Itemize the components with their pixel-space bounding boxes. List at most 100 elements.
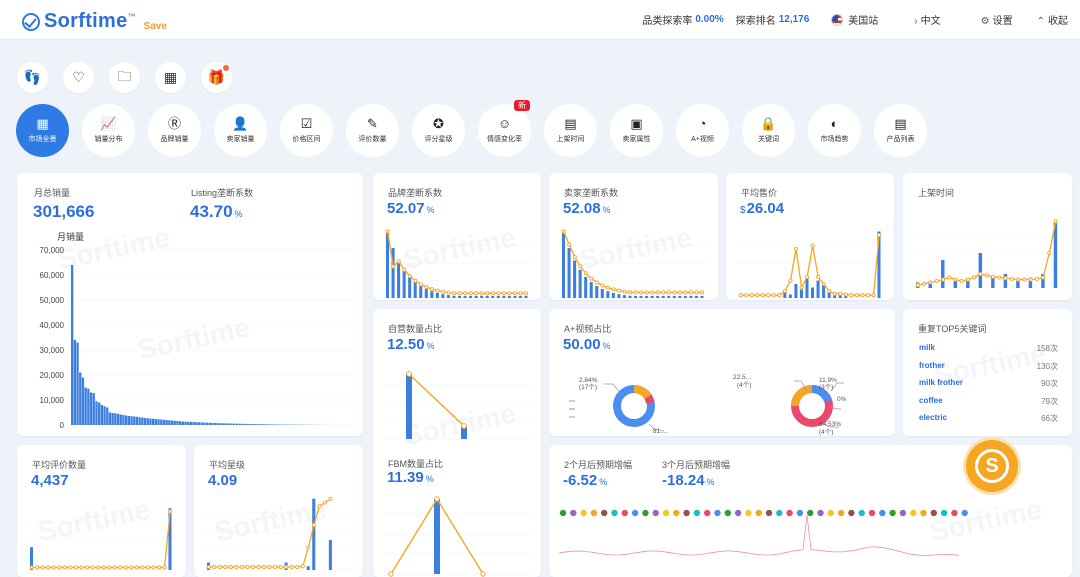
event-dot[interactable]	[714, 509, 721, 517]
collapse-button[interactable]: ⌃ 收起	[1037, 12, 1068, 27]
bar[interactable]	[816, 280, 820, 299]
line-point[interactable]	[1009, 276, 1014, 281]
line-point[interactable]	[46, 565, 51, 570]
event-dot[interactable]	[879, 509, 886, 517]
line-point[interactable]	[934, 278, 939, 284]
line-point[interactable]	[156, 565, 162, 570]
line-point[interactable]	[633, 290, 638, 295]
sales-bar[interactable]	[71, 265, 74, 425]
sales-bar[interactable]	[192, 422, 195, 425]
line-point[interactable]	[480, 571, 486, 577]
bar[interactable]	[1016, 281, 1020, 288]
bar[interactable]	[661, 295, 665, 298]
sales-bar[interactable]	[251, 424, 255, 425]
event-dot[interactable]	[683, 509, 690, 517]
line-point[interactable]	[402, 267, 407, 272]
bar[interactable]	[584, 276, 588, 298]
line-point[interactable]	[1028, 277, 1033, 282]
bar[interactable]	[650, 295, 654, 298]
bar[interactable]	[507, 295, 511, 298]
sales-bar[interactable]	[81, 377, 85, 426]
sales-bar[interactable]	[127, 416, 130, 425]
line-point[interactable]	[223, 564, 228, 570]
line-point[interactable]	[446, 290, 451, 295]
line-point[interactable]	[694, 290, 699, 295]
event-dot[interactable]	[642, 509, 649, 517]
line-point[interactable]	[29, 565, 34, 570]
bar[interactable]	[328, 540, 332, 570]
bar[interactable]	[689, 295, 693, 298]
line-point[interactable]	[738, 293, 743, 298]
bar[interactable]	[799, 289, 803, 298]
event-dot[interactable]	[724, 509, 731, 517]
bar[interactable]	[634, 295, 638, 298]
bar[interactable]	[611, 292, 615, 298]
line-point[interactable]	[62, 565, 67, 570]
sales-bar[interactable]	[122, 415, 125, 425]
sales-bar[interactable]	[184, 421, 187, 425]
bar[interactable]	[628, 295, 632, 298]
line-point[interactable]	[777, 293, 782, 298]
line-point[interactable]	[672, 290, 677, 295]
sales-bar[interactable]	[165, 420, 168, 425]
line-point[interactable]	[611, 287, 616, 292]
event-dot[interactable]	[786, 509, 793, 517]
line-point[interactable]	[239, 564, 244, 570]
bar[interactable]	[678, 295, 682, 298]
line-point[interactable]	[407, 274, 412, 279]
line-point[interactable]	[461, 423, 467, 429]
event-dot[interactable]	[776, 509, 783, 517]
tab-10[interactable]: ◔ A+视频	[676, 104, 729, 157]
line-point[interactable]	[572, 254, 577, 259]
line-point[interactable]	[206, 564, 211, 570]
line-point[interactable]	[68, 565, 73, 570]
line-point[interactable]	[435, 288, 440, 293]
tab-2[interactable]: Ⓡ 品牌销量	[148, 104, 201, 157]
bar[interactable]	[656, 295, 660, 298]
sales-bar[interactable]	[181, 421, 184, 426]
event-dot[interactable]	[848, 509, 855, 517]
line-point[interactable]	[865, 293, 871, 298]
line-point[interactable]	[771, 293, 776, 298]
line-point[interactable]	[289, 564, 294, 570]
sales-bar[interactable]	[138, 417, 141, 425]
line-point[interactable]	[328, 496, 333, 501]
bar[interactable]	[700, 295, 704, 298]
bar[interactable]	[430, 291, 434, 298]
line-point[interactable]	[583, 271, 588, 276]
line-point[interactable]	[843, 292, 848, 297]
line-point[interactable]	[589, 276, 594, 281]
brand-logo[interactable]: Sorftime ™ Save	[22, 10, 167, 33]
line-point[interactable]	[490, 291, 495, 296]
line-point[interactable]	[677, 290, 683, 295]
bar[interactable]	[683, 295, 687, 298]
bar[interactable]	[567, 248, 571, 298]
bar[interactable]	[469, 295, 473, 298]
bar[interactable]	[491, 295, 495, 298]
sales-bar[interactable]	[200, 422, 203, 425]
line-point[interactable]	[452, 291, 457, 296]
line-point[interactable]	[760, 293, 765, 298]
bar[interactable]	[402, 269, 406, 298]
sales-bar[interactable]	[208, 422, 211, 425]
event-dot[interactable]	[889, 509, 896, 517]
sales-bar[interactable]	[238, 423, 241, 425]
bar[interactable]	[788, 294, 792, 299]
line-point[interactable]	[479, 291, 484, 296]
sales-bar[interactable]	[116, 413, 120, 425]
bar[interactable]	[312, 498, 316, 570]
bar[interactable]	[639, 295, 643, 298]
bar[interactable]	[485, 295, 489, 298]
sales-bar[interactable]	[141, 417, 144, 426]
bar[interactable]	[573, 260, 577, 298]
line-point[interactable]	[145, 565, 151, 570]
line-point[interactable]	[429, 287, 435, 292]
bar[interactable]	[794, 284, 798, 298]
sales-bar[interactable]	[130, 416, 133, 425]
event-dot[interactable]	[631, 509, 639, 517]
event-dot[interactable]	[807, 509, 814, 517]
event-dot[interactable]	[662, 509, 670, 517]
sales-bar[interactable]	[154, 419, 157, 425]
event-dot[interactable]	[673, 509, 680, 517]
keyword-row[interactable]: frother 130次	[919, 361, 1058, 372]
